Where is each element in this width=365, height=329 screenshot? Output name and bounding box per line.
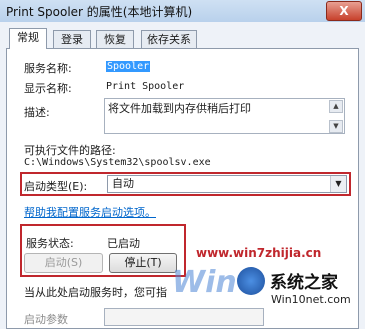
stop-button[interactable]: 停止(T) [109,253,177,273]
service-name-selected-text: Spooler [106,61,151,72]
startup-type-select[interactable]: 自动 ▼ [107,175,347,193]
watermark-brand: 系统之家 [270,273,338,293]
window-title: Print Spooler 的属性(本地计算机) [6,5,193,19]
watermark-url: www.win7zhijia.cn [196,246,322,260]
scroll-down-icon[interactable]: ▼ [329,120,343,133]
display-name-value[interactable]: Print Spooler [106,81,184,92]
start-hint-text: 当从此处启动服务时，您可指 [24,286,167,299]
startup-type-value: 自动 [112,177,134,190]
tab-general[interactable]: 常规 [9,28,47,49]
window-title-bar: Print Spooler 的属性(本地计算机) X [0,0,365,22]
startup-type-label: 启动类型(E): [24,180,88,193]
description-text: 将文件加载到内存供稍后打印 [108,102,251,115]
start-button[interactable]: 启动(S) [24,253,103,273]
description-label: 描述: [24,106,50,119]
description-textbox[interactable]: 将文件加载到内存供稍后打印 ▲ ▼ [104,98,345,134]
exe-path-value[interactable]: C:\Windows\System32\spoolsv.exe [24,157,211,168]
exe-path-label: 可执行文件的路径: [24,144,116,157]
service-status-label: 服务状态: [26,237,74,250]
close-icon: X [339,4,349,18]
help-configure-link[interactable]: 帮助我配置服务启动选项。 [24,204,156,220]
watermark-brand-icon [237,267,265,295]
scroll-up-icon[interactable]: ▲ [329,100,343,113]
service-status-value: 已启动 [107,237,140,250]
close-button[interactable]: X [326,1,362,21]
tab-dependencies[interactable]: 依存关系 [141,30,197,48]
service-name-value[interactable]: Spooler [106,61,151,72]
service-name-label: 服务名称: [24,62,72,75]
watermark-logo: Win [172,265,237,300]
start-params-input[interactable] [104,308,264,326]
watermark-site: Win10net.com [271,293,351,306]
start-params-label: 启动参数 [24,313,68,326]
tab-recovery[interactable]: 恢复 [96,30,134,48]
chevron-down-icon[interactable]: ▼ [330,176,346,192]
tab-logon[interactable]: 登录 [53,30,91,48]
display-name-label: 显示名称: [24,82,72,95]
